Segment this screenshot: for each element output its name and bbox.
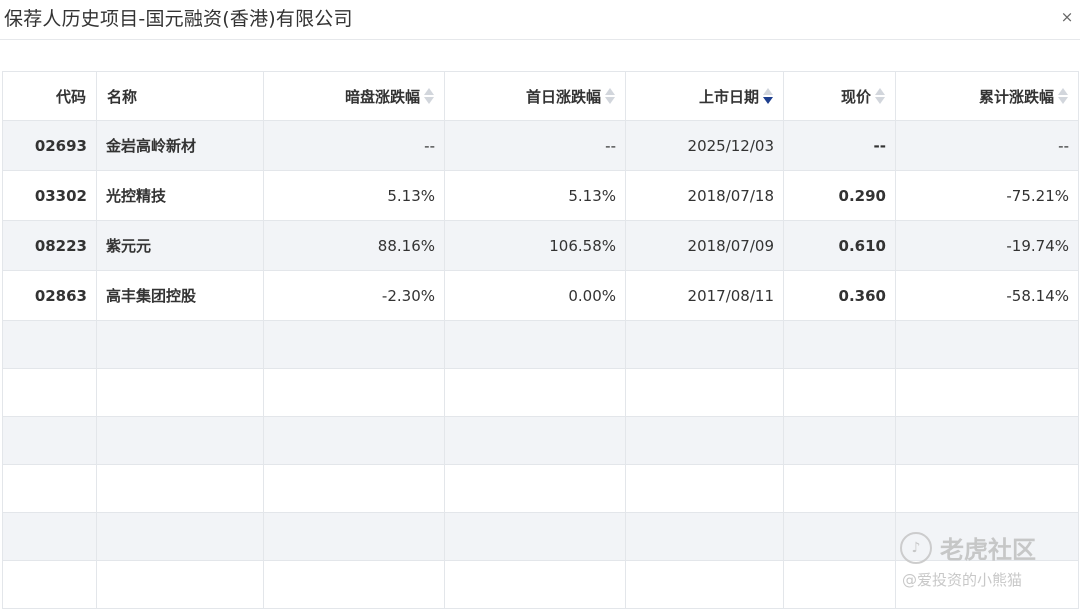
dialog-title: 保荐人历史项目-国元融资(香港)有限公司 — [4, 8, 353, 30]
empty-row — [2, 560, 1079, 609]
header-grey-market-change-label: 暗盘涨跌幅 — [344, 87, 420, 106]
empty-row — [2, 512, 1079, 561]
first-day-change-cell: 0.00% — [444, 270, 626, 321]
close-icon[interactable]: × — [1060, 8, 1074, 26]
sponsor-history-dialog: 保荐人历史项目-国元融资(香港)有限公司 × 代码 名称 暗盘涨跌幅 首日涨跌幅 — [0, 0, 1080, 610]
listing-date-cell: 2018/07/09 — [625, 220, 784, 271]
cumulative-change-cell: -75.21% — [895, 170, 1079, 221]
listing-date-cell: 2017/08/11 — [625, 270, 784, 321]
stock-code-link[interactable]: 02693 — [2, 120, 97, 171]
grey-market-change-cell: 5.13% — [263, 170, 445, 221]
header-cumulative-change-label: 累计涨跌幅 — [978, 87, 1054, 106]
listing-date-cell: 2018/07/18 — [625, 170, 784, 221]
sort-icon[interactable] — [424, 86, 434, 106]
grey-market-change-cell: 88.16% — [263, 220, 445, 271]
sort-icon[interactable] — [605, 86, 615, 106]
grey-market-change-cell: -- — [263, 120, 445, 171]
table-row[interactable]: 02693 金岩高岭新材 -- -- 2025/12/03 -- -- — [2, 120, 1079, 171]
empty-row — [2, 416, 1079, 465]
stock-code-link[interactable]: 02863 — [2, 270, 97, 321]
first-day-change-cell: -- — [444, 120, 626, 171]
cumulative-change-cell: -58.14% — [895, 270, 1079, 321]
header-current-price-label: 现价 — [840, 87, 871, 106]
header-code: 代码 — [2, 71, 97, 121]
table-header-row: 代码 名称 暗盘涨跌幅 首日涨跌幅 上市日期 现价 累计涨跌幅 — [2, 71, 1079, 121]
empty-row — [2, 320, 1079, 369]
table-row[interactable]: 03302 光控精技 5.13% 5.13% 2018/07/18 0.290 … — [2, 170, 1079, 221]
header-cumulative-change[interactable]: 累计涨跌幅 — [895, 71, 1079, 121]
sort-icon[interactable] — [1058, 86, 1068, 106]
header-first-day-change-label: 首日涨跌幅 — [525, 87, 601, 106]
stock-name-link[interactable]: 高丰集团控股 — [96, 270, 264, 321]
table-row[interactable]: 08223 紫元元 88.16% 106.58% 2018/07/09 0.61… — [2, 220, 1079, 271]
current-price-cell: -- — [783, 120, 896, 171]
grey-market-change-cell: -2.30% — [263, 270, 445, 321]
first-day-change-cell: 106.58% — [444, 220, 626, 271]
header-name: 名称 — [96, 71, 264, 121]
empty-row — [2, 368, 1079, 417]
sponsor-projects-table: 代码 名称 暗盘涨跌幅 首日涨跌幅 上市日期 现价 累计涨跌幅 02693 金岩… — [2, 71, 1079, 609]
stock-code-link[interactable]: 03302 — [2, 170, 97, 221]
dialog-header: 保荐人历史项目-国元融资(香港)有限公司 × — [0, 0, 1080, 40]
header-grey-market-change[interactable]: 暗盘涨跌幅 — [263, 71, 445, 121]
cumulative-change-cell: -- — [895, 120, 1079, 171]
first-day-change-cell: 5.13% — [444, 170, 626, 221]
stock-name-link[interactable]: 金岩高岭新材 — [96, 120, 264, 171]
stock-name-link[interactable]: 光控精技 — [96, 170, 264, 221]
stock-name-link[interactable]: 紫元元 — [96, 220, 264, 271]
header-first-day-change[interactable]: 首日涨跌幅 — [444, 71, 626, 121]
header-listing-date[interactable]: 上市日期 — [625, 71, 784, 121]
empty-row — [2, 464, 1079, 513]
cumulative-change-cell: -19.74% — [895, 220, 1079, 271]
current-price-cell: 0.360 — [783, 270, 896, 321]
sort-descending-icon[interactable] — [763, 86, 773, 106]
listing-date-cell: 2025/12/03 — [625, 120, 784, 171]
header-current-price[interactable]: 现价 — [783, 71, 896, 121]
current-price-cell: 0.290 — [783, 170, 896, 221]
stock-code-link[interactable]: 08223 — [2, 220, 97, 271]
current-price-cell: 0.610 — [783, 220, 896, 271]
table-row[interactable]: 02863 高丰集团控股 -2.30% 0.00% 2017/08/11 0.3… — [2, 270, 1079, 321]
header-listing-date-label: 上市日期 — [698, 87, 759, 106]
sort-icon[interactable] — [875, 86, 885, 106]
